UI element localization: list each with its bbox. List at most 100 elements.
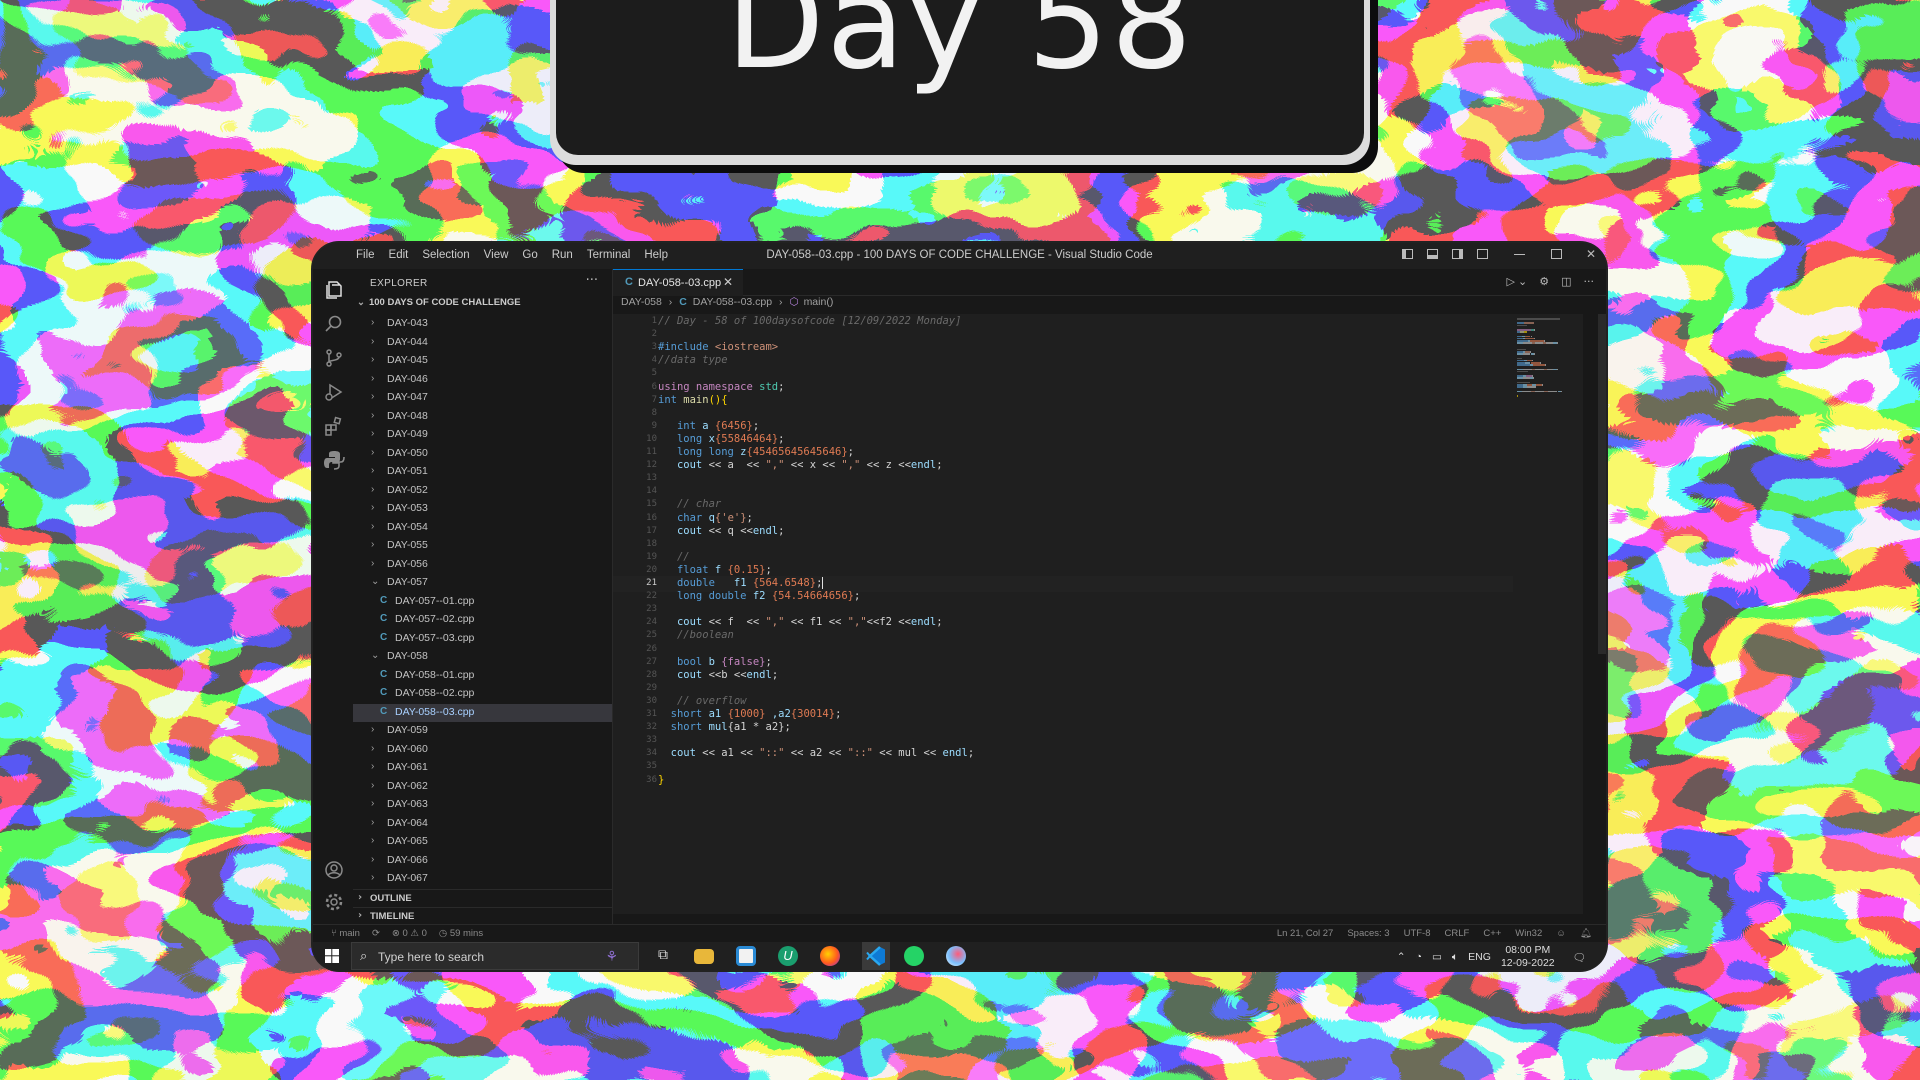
problems-status[interactable]: ⊗ 0 ⚠ 0	[392, 928, 427, 939]
run-debug-icon[interactable]	[323, 381, 345, 403]
breadcrumb-file[interactable]: DAY-058--03.cpp	[693, 296, 772, 308]
folder-item[interactable]: › DAY-046	[353, 371, 612, 390]
notifications-icon[interactable]: 🔔︎	[1580, 928, 1592, 939]
upwork-icon[interactable]: U	[778, 946, 798, 966]
wifi-icon[interactable]: ◔	[1416, 951, 1422, 963]
outline-section[interactable]: › OUTLINE	[353, 889, 612, 908]
folder-item[interactable]: › DAY-047	[353, 389, 612, 408]
folder-item[interactable]: › DAY-050	[353, 445, 612, 464]
microsoft-store-icon[interactable]	[736, 946, 756, 966]
language-indicator[interactable]: ENG	[1468, 951, 1491, 963]
tab-day-058-03[interactable]: C DAY-058--03.cpp ✕	[613, 269, 743, 296]
tree-item-label: DAY-065	[387, 835, 428, 847]
line-number: 24	[646, 617, 657, 628]
chevron-right-icon: ›	[371, 816, 375, 828]
toggle-panel-icon[interactable]	[1426, 249, 1438, 259]
code-line[interactable]: 36}	[613, 773, 1553, 789]
close-window-icon[interactable]: ✕	[1586, 247, 1596, 261]
project-folder[interactable]: ⌄ 100 DAYS OF CODE CHALLENGE	[357, 297, 521, 308]
clock[interactable]: 08:00 PM 12-09-2022	[1501, 944, 1555, 970]
toggle-secondary-sidebar-icon[interactable]	[1451, 249, 1463, 259]
account-icon[interactable]	[323, 859, 345, 881]
chevron-down-icon[interactable]: ⌄	[1518, 275, 1527, 288]
folder-item[interactable]: › DAY-061	[353, 759, 612, 778]
close-tab-icon[interactable]: ✕	[723, 275, 733, 289]
folder-item[interactable]: › DAY-052	[353, 482, 612, 501]
file-explorer-icon[interactable]	[694, 949, 714, 964]
code-text: cout << a << "," << x << "," << z <<endl…	[658, 459, 943, 471]
breadcrumb-symbol[interactable]: main()	[804, 296, 834, 308]
folder-item[interactable]: › DAY-054	[353, 519, 612, 538]
folder-item[interactable]: › DAY-062	[353, 778, 612, 797]
battery-icon[interactable]: ▭	[1432, 951, 1442, 963]
file-item[interactable]: C DAY-058--03.cpp	[353, 703, 612, 722]
folder-item[interactable]: ⌄ DAY-058	[353, 648, 612, 667]
chevron-up-icon[interactable]: ⌃	[1397, 951, 1406, 963]
task-view-icon[interactable]: ⧉	[653, 946, 673, 966]
folder-item[interactable]: › DAY-043	[353, 315, 612, 334]
code-token: << q <<	[702, 524, 753, 537]
folder-item[interactable]: › DAY-067	[353, 870, 612, 889]
notification-center-icon[interactable]: 🗨︎	[1573, 951, 1586, 964]
run-file-icon[interactable]: ▷	[1507, 275, 1515, 288]
time-tracker[interactable]: ◷ 59 mins	[439, 928, 483, 939]
more-icon[interactable]: ···	[1584, 275, 1595, 288]
encoding[interactable]: UTF-8	[1404, 928, 1431, 939]
folder-item[interactable]: › DAY-060	[353, 741, 612, 760]
file-item[interactable]: C DAY-057--02.cpp	[353, 611, 612, 630]
volume-icon[interactable]: 🔈︎	[1452, 951, 1458, 964]
file-item[interactable]: C DAY-057--03.cpp	[353, 630, 612, 649]
folder-item[interactable]: › DAY-048	[353, 408, 612, 427]
folder-item[interactable]: › DAY-056	[353, 556, 612, 575]
folder-item[interactable]: › DAY-065	[353, 833, 612, 852]
firefox-icon[interactable]	[820, 946, 840, 966]
language-mode[interactable]: C++	[1483, 928, 1501, 939]
gear-icon[interactable]: ⚙	[1539, 275, 1549, 288]
explorer-icon[interactable]	[323, 279, 345, 301]
folder-item[interactable]: › DAY-063	[353, 796, 612, 815]
restore-icon[interactable]	[1550, 249, 1562, 259]
folder-item[interactable]: › DAY-055	[353, 537, 612, 556]
code-editor[interactable]: 1// Day - 58 of 100daysofcode [12/09/202…	[613, 314, 1553, 914]
cursor-position[interactable]: Ln 21, Col 27	[1277, 928, 1334, 939]
customize-layout-icon[interactable]	[1476, 249, 1488, 259]
editor-scrollbar[interactable]	[1598, 314, 1606, 654]
windows-start-icon[interactable]	[325, 949, 339, 963]
paint-icon[interactable]	[946, 946, 966, 966]
settings-gear-icon[interactable]	[323, 891, 345, 913]
end-of-line[interactable]: CRLF	[1445, 928, 1470, 939]
folder-item[interactable]: › DAY-049	[353, 426, 612, 445]
more-actions-icon[interactable]: ···	[586, 273, 598, 288]
indentation[interactable]: Spaces: 3	[1347, 928, 1389, 939]
minimap[interactable]	[1513, 314, 1583, 914]
folder-item[interactable]: › DAY-051	[353, 463, 612, 482]
sync-icon[interactable]: ⟳	[372, 928, 380, 939]
toggle-sidebar-icon[interactable]	[1401, 249, 1413, 259]
branch-status[interactable]: ⑂ main	[331, 928, 360, 939]
folder-item[interactable]: › DAY-045	[353, 352, 612, 371]
code-token: namespace	[689, 380, 753, 393]
source-control-icon[interactable]	[323, 347, 345, 369]
folder-item[interactable]: › DAY-044	[353, 334, 612, 353]
python-icon[interactable]	[323, 449, 345, 471]
code-token: }	[658, 773, 665, 786]
folder-item[interactable]: ⌄ DAY-057	[353, 574, 612, 593]
extensions-icon[interactable]	[323, 415, 345, 437]
folder-item[interactable]: › DAY-066	[353, 852, 612, 871]
line-number: 3	[651, 342, 657, 353]
whatsapp-icon[interactable]	[904, 946, 924, 966]
split-editor-icon[interactable]: ◫	[1561, 275, 1571, 288]
folder-item[interactable]: › DAY-064	[353, 815, 612, 834]
platform[interactable]: Win32	[1515, 928, 1542, 939]
taskbar-search[interactable]: ⌕ Type here to search ⚘	[351, 942, 639, 970]
file-item[interactable]: C DAY-057--01.cpp	[353, 593, 612, 612]
minimize-icon[interactable]	[1513, 253, 1525, 255]
search-icon[interactable]	[323, 313, 345, 335]
breadcrumb-folder[interactable]: DAY-058	[621, 296, 662, 308]
folder-item[interactable]: › DAY-059	[353, 722, 612, 741]
feedback-icon[interactable]: ☺	[1556, 928, 1566, 939]
file-item[interactable]: C DAY-058--02.cpp	[353, 685, 612, 704]
folder-item[interactable]: › DAY-053	[353, 500, 612, 519]
file-item[interactable]: C DAY-058--01.cpp	[353, 667, 612, 686]
code-text: //	[658, 551, 690, 563]
